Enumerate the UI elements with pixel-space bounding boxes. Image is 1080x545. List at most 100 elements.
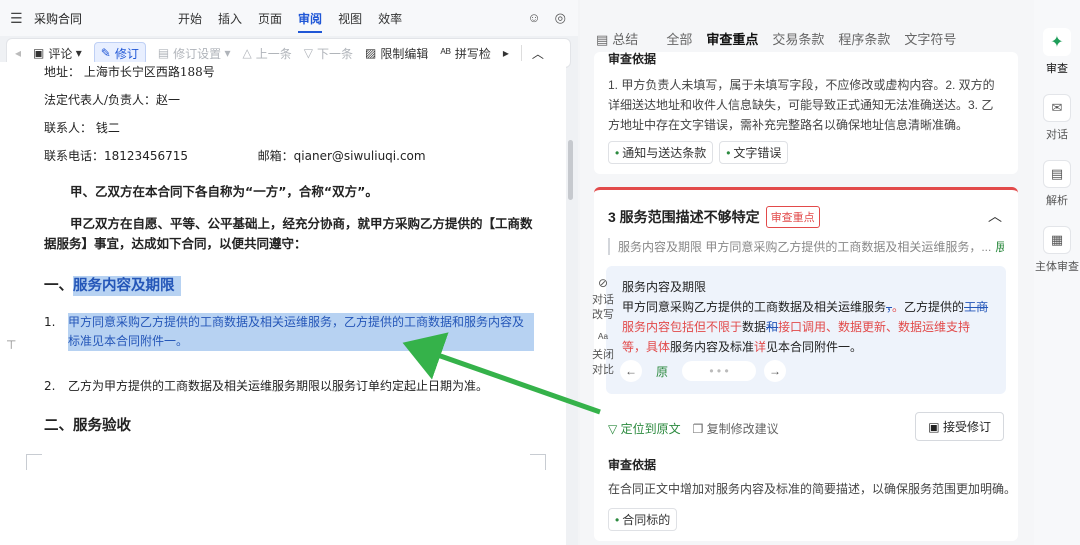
card2-title: 3 服务范围描述不够特定 — [608, 209, 760, 225]
document-page[interactable]: 地址： 上海市长宁区西路188号 法定代表人/负责人：赵一 联系人： 钱二 联系… — [0, 62, 566, 545]
card2-basis-text: 在合同正文中增加对服务内容及标准的简要描述，以确保服务范围更加明确。 — [608, 482, 1017, 496]
card2-basis-title: 审查依据 — [608, 458, 657, 472]
spell-check-button[interactable]: ᴬᴮ 拼写检 — [440, 45, 490, 62]
section-heading-1: 一、服务内容及期限 — [44, 274, 534, 296]
right-sidebar: ✦ 审查 ✉ 对话 ▤ 解析 ▦ 主体审查 — [1034, 0, 1080, 545]
sidebar-item-entity-review[interactable]: ▦ 主体审查 — [1035, 226, 1079, 274]
tag-subject-matter[interactable]: 合同标的 — [608, 508, 678, 531]
tab-review[interactable]: 审阅 — [298, 10, 323, 33]
review-card-3: 3 服务范围描述不够特定 审查重点 ︿ 服务内容及期限 甲方同意采购乙方提供的工… — [594, 187, 1018, 541]
review-panel: ▤ 总结 全部 审查重点 交易条款 程序条款 文字符号 审查依据 1. 甲方负责人… — [580, 0, 1034, 545]
down-icon: ▽ — [303, 46, 314, 60]
building-icon: ▦ — [1043, 226, 1071, 254]
tab-transaction[interactable]: 交易条款 — [772, 29, 824, 48]
revision-side-tools: ⊘ 对话改写 ᴬᵃ 关闭对比 — [586, 276, 620, 378]
text-cursor-icon: ⊤ — [6, 338, 17, 352]
accept-icon: ▣ — [928, 420, 940, 434]
prev-button[interactable]: △ 上一条 — [243, 45, 292, 62]
card1-caption: 审查依据 — [608, 52, 657, 66]
intro-paragraph: 甲乙双方在自愿、平等、公平基础上，经充分协商，就甲方采购乙方提供的【工商数据服务… — [44, 216, 533, 251]
arrow-left-icon[interactable]: ← — [620, 360, 642, 382]
menu-tabs: 开始 插入 页面 审阅 视图 效率 — [178, 10, 418, 33]
review-card-prev: 审查依据 1. 甲方负责人未填写，属于未填写字段，不应修改或虚构内容。2. 双方… — [594, 52, 1018, 174]
titlebar-actions: ☺ ◎ — [527, 10, 566, 26]
document-title: 采购合同 — [34, 11, 83, 26]
expand-link[interactable]: 展开 — [995, 240, 1004, 254]
comment-icon: ▣ — [33, 46, 45, 60]
copy-suggestion-button[interactable]: ❐ 复制修改建议 — [693, 420, 779, 437]
tab-page[interactable]: 页面 — [258, 10, 282, 33]
next-button[interactable]: ▽ 下一条 — [304, 45, 353, 62]
tab-key-points[interactable]: 审查重点 — [706, 29, 759, 56]
tab-start[interactable]: 开始 — [178, 10, 202, 33]
summary-icon: ▤ — [596, 31, 609, 47]
clause-2: 2. 乙方为甲方提供的工商数据及相关运维服务期限以服务订单约定起止日期为准。 — [44, 377, 534, 396]
ribbon-left-arrow[interactable]: ◂ — [15, 46, 21, 60]
rewrite-icon[interactable]: ⊘ — [598, 276, 608, 291]
card2-quote: 服务内容及期限 甲方同意采购乙方提供的工商数据及相关运维服务，...展开 — [608, 238, 1004, 255]
rewrite-button[interactable]: 对话改写 — [590, 293, 616, 323]
contact-line: 联系人： 钱二 — [44, 121, 120, 135]
sparkle-icon: ✦ — [1043, 28, 1071, 56]
collapse-ribbon-icon[interactable]: ︿ — [532, 45, 544, 62]
sidebar-item-chat[interactable]: ✉ 对话 — [1043, 94, 1071, 142]
sidebar-item-parse[interactable]: ▤ 解析 — [1043, 160, 1071, 208]
compare-icon[interactable]: ᴬᵃ — [598, 331, 608, 346]
card2-actions: ▽ 定位到原文 ❐ 复制修改建议 — [608, 420, 779, 437]
chevron-up-icon[interactable]: ︿ — [988, 206, 1002, 226]
tab-text-symbols[interactable]: 文字符号 — [904, 29, 956, 48]
sync-icon[interactable]: ◎ — [555, 10, 566, 26]
tab-procedure[interactable]: 程序条款 — [838, 29, 890, 48]
document-editor: ☰ 采购合同 开始 插入 页面 审阅 视图 效率 ☺ ◎ ◂ ▣ 评论 ▾ ✎ 修订… — [0, 0, 578, 545]
tab-efficiency[interactable]: 效率 — [378, 10, 402, 33]
clause-1: 1. 甲方同意采购乙方提供的工商数据及相关运维服务，乙方提供的工商数据和服务内容… — [44, 313, 534, 351]
chat-icon: ✉ — [1043, 94, 1071, 122]
clause-2-text: 乙方为甲方提供的工商数据及相关运维服务期限以服务订单约定起止日期为准。 — [68, 379, 489, 393]
comment-button[interactable]: ▣ 评论 ▾ — [33, 45, 82, 62]
parse-icon: ▤ — [1043, 160, 1071, 188]
page-corner-right — [530, 454, 546, 470]
clause-1-text[interactable]: 甲方同意采购乙方提供的工商数据及相关运维服务，乙方提供的工商数据和服务内容及标准… — [68, 313, 534, 351]
ribbon-more-icon[interactable]: ▸ — [503, 46, 509, 60]
revision-dots: • • • — [682, 361, 757, 381]
sidebar-item-review[interactable]: ✦ 审查 — [1043, 28, 1071, 76]
tag-typo[interactable]: 文字错误 — [719, 141, 789, 164]
revision-nav: ← 原 • • • → — [620, 360, 787, 382]
lock-icon: ▨ — [365, 46, 377, 60]
accept-revision-button[interactable]: ▣ 接受修订 — [915, 412, 1004, 441]
phone-line: 联系电话：18123456715 邮箱：qianer@siwuliuqi.com — [44, 149, 426, 163]
tag-notice[interactable]: 通知与送达条款 — [608, 141, 714, 164]
section-heading-2: 二、服务验收 — [44, 418, 131, 434]
ribbon-divider — [520, 45, 522, 61]
revise-settings-button[interactable]: ▤ 修订设置 ▾ — [158, 45, 231, 62]
tab-insert[interactable]: 插入 — [218, 10, 242, 33]
parties-paragraph: 甲、乙双方在本合同下各自称为“一方”，合称“双方”。 — [70, 184, 378, 199]
revision-body: 甲方同意采购乙方提供的工商数据及相关运维服务，。乙方提供的工商服务内容包括但不限… — [622, 300, 989, 354]
page-corner-left — [26, 454, 42, 470]
card1-tags: 通知与送达条款 文字错误 — [608, 141, 1004, 164]
original-toggle[interactable]: 原 — [656, 363, 668, 380]
locate-original-button[interactable]: ▽ 定位到原文 — [608, 420, 681, 437]
settings-icon: ▤ — [157, 46, 170, 60]
heading-1-highlight: 服务内容及期限 — [73, 276, 181, 296]
restrict-edit-button[interactable]: ▨ 限制编辑 — [365, 45, 428, 62]
editor-scrollbar[interactable] — [568, 140, 573, 200]
assistant-icon[interactable]: ☺ — [527, 10, 540, 26]
tab-summary[interactable]: ▤ 总结 — [596, 29, 652, 48]
rep-line: 法定代表人/负责人：赵一 — [44, 93, 181, 107]
revise-icon: ✎ — [100, 46, 111, 60]
document-body: 地址： 上海市长宁区西路188号 法定代表人/负责人：赵一 联系人： 钱二 联系… — [44, 62, 534, 435]
revision-box: 服务内容及期限 甲方同意采购乙方提供的工商数据及相关运维服务，。乙方提供的工商服… — [606, 266, 1006, 394]
card1-text: 1. 甲方负责人未填写，属于未填写字段，不应修改或虚构内容。2. 双方的详细送达… — [608, 78, 995, 132]
tab-view[interactable]: 视图 — [338, 10, 362, 33]
address-line: 地址： 上海市长宁区西路188号 — [44, 65, 215, 79]
key-point-badge: 审查重点 — [765, 206, 820, 228]
close-compare-button[interactable]: 关闭对比 — [590, 348, 616, 378]
tab-all[interactable]: 全部 — [666, 29, 692, 48]
up-icon: △ — [242, 46, 252, 60]
menu-icon[interactable]: ☰ — [10, 10, 24, 27]
card2-tags: 合同标的 — [608, 508, 678, 531]
card2-header: 3 服务范围描述不够特定 审查重点 — [608, 206, 820, 228]
arrow-right-icon[interactable]: → — [764, 360, 787, 382]
revision-title: 服务内容及期限 — [622, 280, 707, 294]
